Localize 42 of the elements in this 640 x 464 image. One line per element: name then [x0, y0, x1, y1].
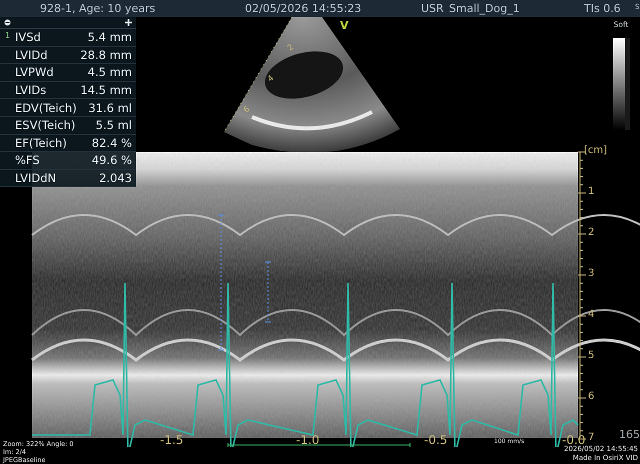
measurement-value: 2.043 [99, 171, 132, 186]
measurement-name: EDV(Teich) [15, 100, 78, 115]
measurement-value: 5.5 ml [96, 118, 132, 132]
depth-label: 5 [588, 350, 594, 361]
depth-label: 1 [588, 186, 594, 197]
preset-label: USR [421, 1, 444, 16]
measurement-value: 49.6 % [92, 153, 132, 168]
measurement-name: %FS [15, 153, 41, 168]
measurement-name: EF(Teich) [15, 136, 68, 150]
measurement-value: 82.4 % [92, 136, 132, 150]
depth-label: 2 [588, 227, 594, 238]
sector-depth-label: 6 [242, 104, 252, 115]
depth-unit: [cm] [584, 145, 608, 156]
measurement-value: 4.5 mm [88, 65, 132, 80]
preset-name: Small_Dog_1 [449, 1, 520, 16]
measurement-value: 5.4 mm [88, 30, 132, 44]
measurement-name: IVSd [15, 30, 42, 44]
patient-info: 928-1, Age: 10 years [40, 1, 156, 16]
sector-depth-label: 2 [286, 42, 296, 53]
sector-depth-label: 4 [266, 73, 276, 84]
measurement-value: 31.6 ml [88, 100, 132, 115]
depth-label: 3 [588, 268, 594, 279]
measurement-value: 14.5 mm [80, 83, 132, 98]
time-label: -1.5 [160, 433, 184, 447]
measurement-name: ESV(Teich) [15, 118, 76, 132]
measurement-name: LVIDd [15, 48, 49, 62]
measurement-marker: 1 [5, 31, 10, 40]
time-label: -0.5 [424, 433, 448, 447]
date-time: 02/05/2026 14:55:23 [245, 1, 362, 16]
measurement-name: LVPWd [15, 65, 55, 80]
tis-readout: TIs 0.6 [584, 1, 621, 16]
heart-rate: 165 [619, 428, 640, 441]
measurement-value: 28.8 mm [80, 48, 132, 62]
orientation-mark: V [340, 19, 349, 32]
add-icon[interactable] [125, 19, 132, 26]
depth-label: 6 [588, 391, 594, 402]
measurement-name: LVIDdN [15, 171, 58, 186]
depth-label: 4 [588, 309, 594, 320]
collapse-icon[interactable] [4, 19, 11, 26]
depth-label: 7 [588, 432, 594, 443]
time-label: -1.0 [296, 433, 320, 447]
measurement-name: LVIDs [15, 83, 48, 98]
